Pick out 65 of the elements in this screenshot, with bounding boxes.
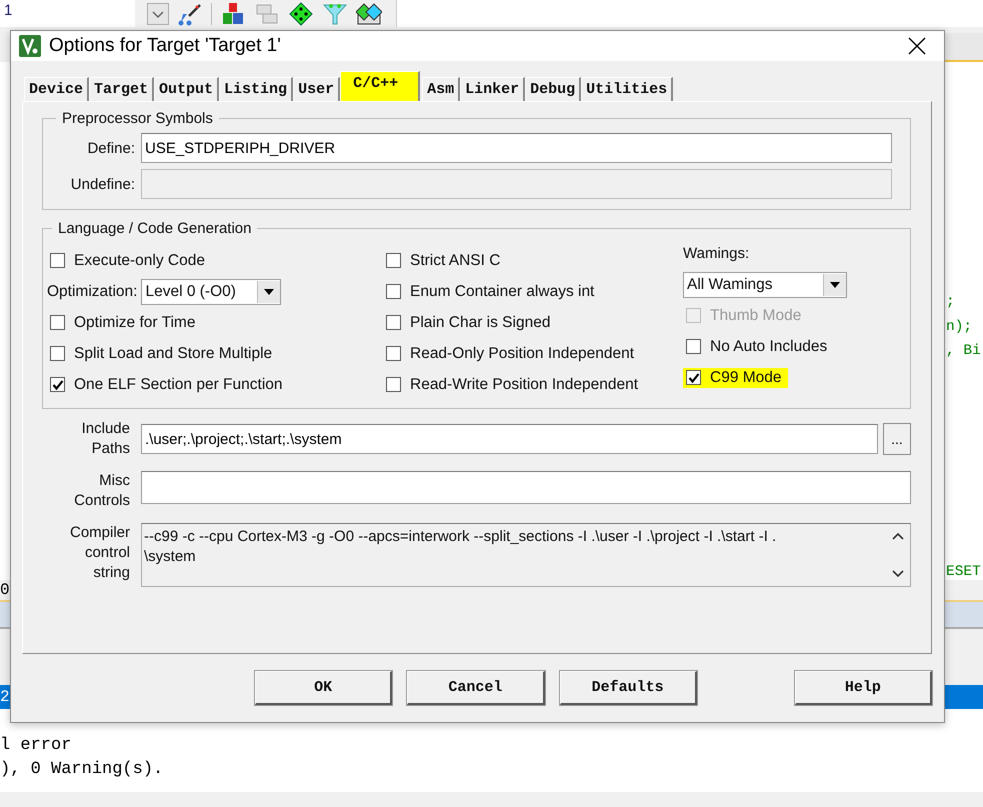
field-label: Undefine: xyxy=(70,176,135,192)
input-field[interactable] xyxy=(141,471,911,504)
dropdown-arrow-icon[interactable] xyxy=(264,288,274,294)
code-line: ESET xyxy=(946,564,981,580)
tab[interactable]: Debug xyxy=(525,77,582,101)
dialog-button[interactable]: OK xyxy=(255,671,392,705)
field-label: Define: xyxy=(86,140,135,156)
checkbox[interactable]: Execute-only Code xyxy=(47,250,211,270)
checkbox[interactable]: Split Load and Store Multiple xyxy=(47,344,278,364)
checkbox[interactable]: Read-Write Position Independent xyxy=(383,374,644,394)
text-fragment: 0 xyxy=(0,581,10,599)
blocks-icon[interactable] xyxy=(220,2,246,26)
close-icon[interactable] xyxy=(908,37,926,55)
output-line: l error xyxy=(0,735,72,757)
window-title: Options for Target 'Target 1' xyxy=(49,35,282,57)
field-label: Include Paths xyxy=(80,419,130,459)
dialog-button[interactable]: Help xyxy=(794,671,932,705)
code-line: n); xyxy=(946,318,972,334)
checkbox[interactable]: Strict ANSI C xyxy=(383,250,506,270)
tab[interactable]: Device xyxy=(24,77,90,101)
tab[interactable]: User xyxy=(293,77,340,101)
tab[interactable]: Linker xyxy=(460,77,526,101)
field-label: Compiler control string xyxy=(68,523,130,583)
dialog-button[interactable]: Cancel xyxy=(407,671,544,705)
field-label: Wamings: xyxy=(683,245,750,262)
app-icon xyxy=(19,35,41,57)
group-title: Preprocessor Symbols xyxy=(61,110,214,127)
browse-button[interactable]: ... xyxy=(883,423,911,455)
diamond-icon[interactable] xyxy=(288,2,314,26)
tab[interactable]: Output xyxy=(154,77,220,101)
dropdown[interactable]: All Wamings xyxy=(683,272,847,298)
text-area[interactable]: --c99 -c --cpu Cortex-M3 -g -O0 --apcs=interwork --split_sections -I .\user -I .\project -I .\start -I . \system xyxy=(141,523,911,587)
scroll-down-icon[interactable] xyxy=(892,570,904,578)
checkmark-icon xyxy=(688,372,700,384)
dropdown-icon[interactable] xyxy=(147,2,169,24)
checkmark-icon xyxy=(52,378,64,390)
output-line: ), 0 Warning(s). xyxy=(0,759,164,781)
input-field[interactable]: USE_STDPERIPH_DRIVER xyxy=(141,133,892,163)
checkbox[interactable]: Optimize for Time xyxy=(47,312,202,332)
group-title: Language / Code Generation xyxy=(57,220,252,237)
code-line: ; xyxy=(946,294,955,310)
dialog-button[interactable]: Defaults xyxy=(560,671,697,705)
checkbox[interactable]: Enum Container always int xyxy=(383,282,600,302)
checkbox[interactable]: One ELF Section per Function xyxy=(47,374,289,394)
tab[interactable]: Listing xyxy=(219,77,294,101)
dice-icon[interactable] xyxy=(356,2,382,26)
checkbox[interactable]: No Auto Includes xyxy=(683,336,834,356)
scroll-up-icon[interactable] xyxy=(892,532,904,540)
toolbar-field[interactable]: 1 xyxy=(0,0,135,27)
field-label: Misc Controls xyxy=(73,471,130,511)
tab[interactable]: Target xyxy=(89,77,154,101)
code-line: , Bi xyxy=(946,343,981,359)
field-label: Optimization: xyxy=(47,282,138,300)
wand-icon[interactable] xyxy=(177,2,203,26)
checkbox[interactable]: Plain Char is Signed xyxy=(383,312,556,332)
tab[interactable]: C/C++ xyxy=(340,71,420,101)
dropdown-arrow-icon[interactable] xyxy=(830,282,840,288)
input-field[interactable]: .\user;.\project;.\start;.\system xyxy=(141,424,878,454)
tab[interactable]: Asm xyxy=(422,77,460,101)
editor-tab[interactable] xyxy=(943,33,983,62)
checkbox[interactable]: C99 Mode xyxy=(683,368,788,388)
checkbox[interactable]: Read-Only Position Independent xyxy=(383,344,640,364)
tab[interactable]: Utilities xyxy=(581,77,674,101)
dropdown[interactable]: Level 0 (-O0) xyxy=(141,278,282,304)
text-fragment: 2 xyxy=(0,688,10,706)
